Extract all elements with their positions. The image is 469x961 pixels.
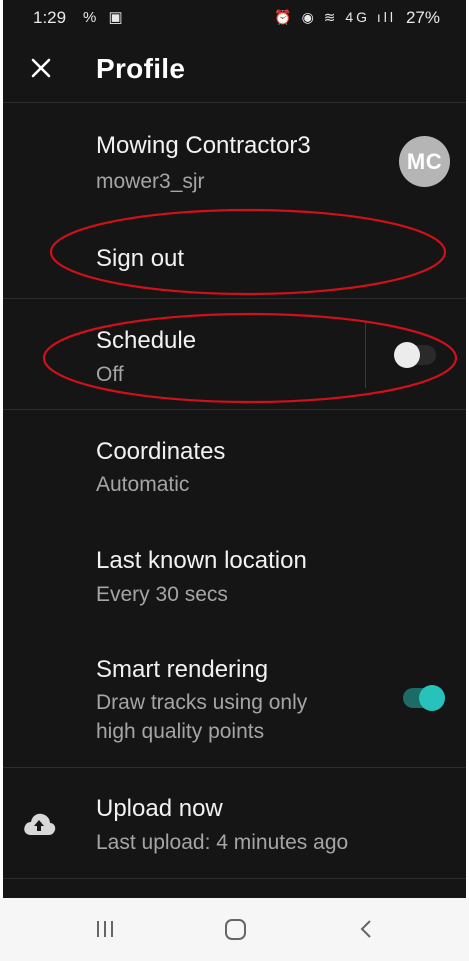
sign-out-button[interactable]: Sign out <box>3 220 466 298</box>
screen: 1:29 % ▣ ⏰ ◉ ≋ 4G ıll 27% Profile Mowing… <box>0 0 469 961</box>
last-location-title: Last known location <box>96 547 307 574</box>
back-icon[interactable] <box>352 916 382 942</box>
smart-rendering-title: Smart rendering <box>96 656 269 683</box>
upload-now-value: Last upload: 4 minutes ago <box>96 831 349 854</box>
toggle-separator <box>365 322 366 388</box>
recents-icon[interactable] <box>90 916 120 942</box>
system-navigation-bar <box>0 898 469 961</box>
phone-screen: 1:29 % ▣ ⏰ ◉ ≋ 4G ıll 27% Profile Mowing… <box>3 0 466 898</box>
upload-now-title: Upload now <box>96 795 223 822</box>
system-status-icons: ⏰ ◉ ≋ 4G ıll <box>274 9 396 25</box>
status-time: 1:29 <box>33 8 67 27</box>
last-location-setting[interactable]: Last known location Every 30 secs <box>3 520 466 628</box>
account-username: mower3_sjr <box>96 170 205 193</box>
status-bar: 1:29 % ▣ ⏰ ◉ ≋ 4G ıll 27% <box>3 0 466 36</box>
cloud-upload-icon <box>24 813 56 835</box>
notification-icons: % ▣ <box>83 9 127 26</box>
app-bar: Profile <box>3 36 466 103</box>
smart-rendering-toggle[interactable] <box>403 685 445 711</box>
sign-out-label: Sign out <box>96 245 185 272</box>
last-location-value: Every 30 secs <box>96 583 228 606</box>
account-name: Mowing Contractor3 <box>96 132 311 159</box>
toggle-knob <box>394 342 420 368</box>
coordinates-title: Coordinates <box>96 438 226 465</box>
close-icon[interactable] <box>21 48 61 88</box>
smart-rendering-setting[interactable]: Smart rendering Draw tracks using only h… <box>3 630 466 766</box>
divider <box>3 878 466 879</box>
upload-now-setting[interactable]: Upload now Last upload: 4 minutes ago <box>3 768 466 878</box>
smart-rendering-desc-line2: high quality points <box>96 720 265 743</box>
schedule-toggle[interactable] <box>394 342 436 368</box>
avatar[interactable]: MC <box>399 136 450 187</box>
coordinates-value: Automatic <box>96 473 190 496</box>
toggle-knob <box>419 685 445 711</box>
home-icon[interactable] <box>221 916 251 942</box>
smart-rendering-desc-line1: Draw tracks using only <box>96 691 308 714</box>
schedule-title: Schedule <box>96 327 197 354</box>
coordinates-setting[interactable]: Coordinates Automatic <box>3 410 466 518</box>
page-title: Profile <box>96 53 186 84</box>
battery-level: 27% <box>405 8 440 27</box>
schedule-value: Off <box>96 363 124 386</box>
